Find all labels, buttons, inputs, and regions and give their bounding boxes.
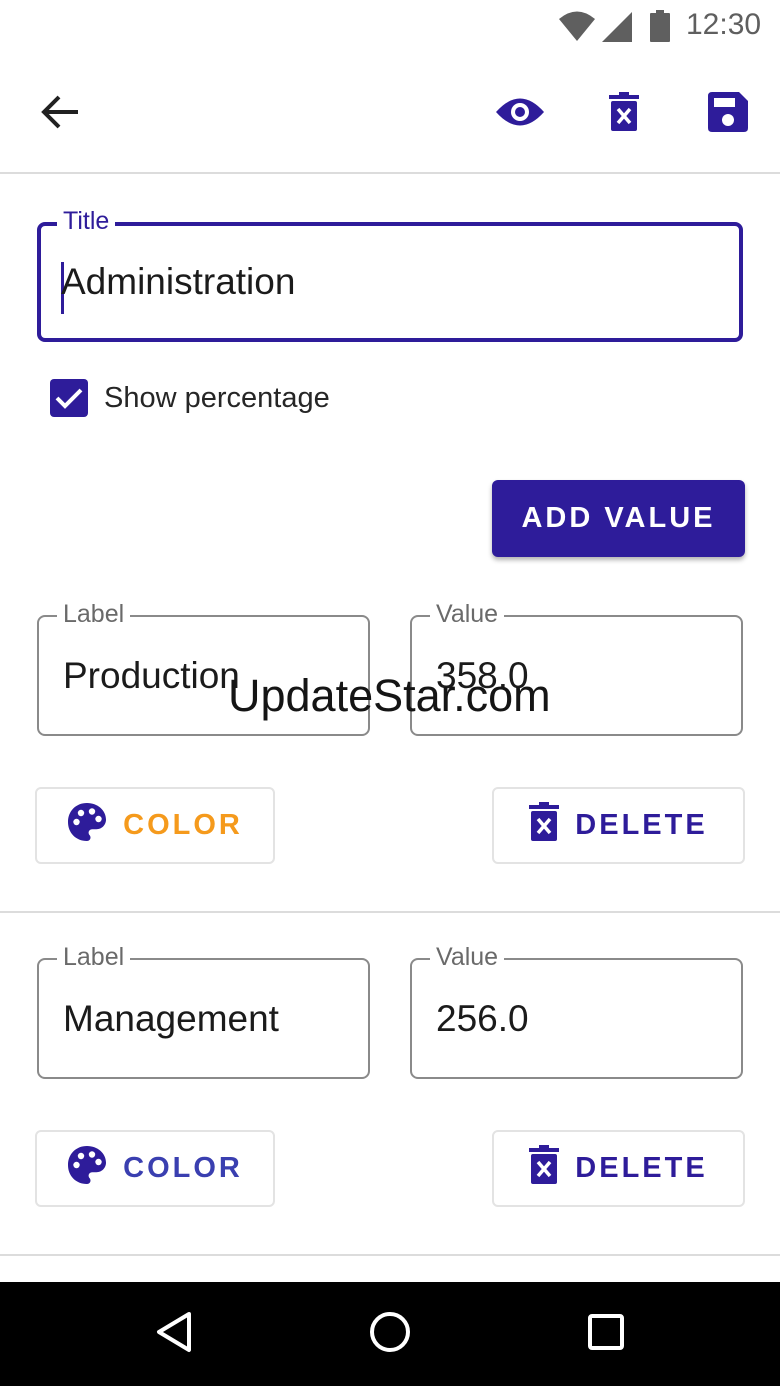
status-bar: 12:30 (0, 0, 780, 54)
nav-home-button[interactable] (360, 1304, 420, 1364)
delete-icon (529, 1144, 575, 1193)
add-value-button[interactable]: ADD VALUE (492, 480, 745, 557)
title-input[interactable]: Administration (61, 226, 295, 338)
entry-1-value-field[interactable]: Value 358.0 (410, 599, 743, 736)
cell-signal-icon (602, 12, 632, 47)
preview-button[interactable] (490, 84, 550, 144)
entry-1-color-button[interactable]: COLOR (35, 787, 275, 864)
home-circle-icon (369, 1311, 411, 1358)
delete-icon (529, 801, 575, 850)
entry-divider (0, 1254, 780, 1256)
battery-icon (650, 10, 670, 47)
entry-1-delete-label: DELETE (575, 809, 708, 841)
eye-icon (495, 95, 545, 134)
back-button[interactable] (30, 84, 90, 144)
entry-2-color-button[interactable]: COLOR (35, 1130, 275, 1207)
recents-square-icon (587, 1313, 625, 1356)
entry-1-label-input[interactable]: Production (63, 617, 240, 734)
checkmark-icon (55, 388, 83, 409)
nav-back-button[interactable] (144, 1304, 204, 1364)
entry-2-color-label: COLOR (123, 1152, 243, 1184)
title-field[interactable]: Title Administration (37, 206, 743, 342)
entry-divider (0, 911, 780, 913)
wifi-icon (558, 10, 596, 47)
palette-icon (67, 1145, 123, 1193)
show-percentage-label: Show percentage (104, 381, 330, 414)
entry-1-label-field[interactable]: Label Production (37, 599, 370, 736)
entry-2-delete-label: DELETE (575, 1152, 708, 1184)
app-toolbar (0, 54, 780, 174)
entry-2-value-input[interactable]: 256.0 (436, 960, 529, 1077)
nav-recents-button[interactable] (576, 1304, 636, 1364)
delete-chart-button[interactable] (594, 84, 654, 144)
entry-2-label-input[interactable]: Management (63, 960, 279, 1077)
back-triangle-icon (154, 1311, 194, 1358)
entry-2-delete-button[interactable]: DELETE (492, 1130, 745, 1207)
entry-2-value-field[interactable]: Value 256.0 (410, 942, 743, 1079)
clock-time: 12:30 (686, 8, 762, 41)
delete-icon (609, 91, 639, 137)
palette-icon (67, 802, 123, 850)
system-nav-bar (0, 1282, 780, 1386)
save-icon (708, 91, 748, 137)
show-percentage-checkbox[interactable] (50, 379, 88, 417)
entry-1-value-input[interactable]: 358.0 (436, 617, 529, 734)
show-percentage-row[interactable]: Show percentage (50, 378, 330, 418)
entry-1-delete-button[interactable]: DELETE (492, 787, 745, 864)
entry-1-color-label: COLOR (123, 809, 243, 841)
entry-2-label-field[interactable]: Label Management (37, 942, 370, 1079)
save-button[interactable] (698, 84, 758, 144)
back-arrow-icon (40, 94, 80, 135)
